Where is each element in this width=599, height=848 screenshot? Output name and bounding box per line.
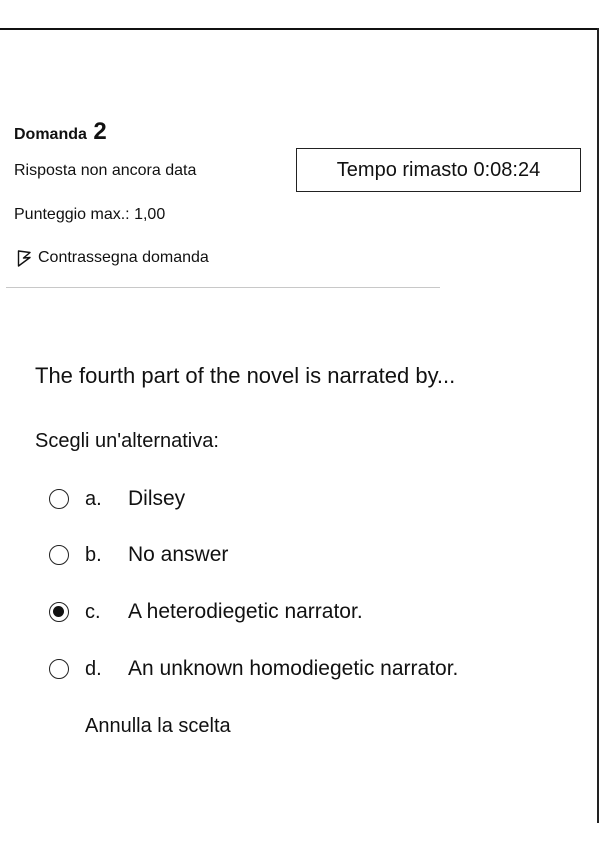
option-letter: b. (85, 543, 102, 566)
info-divider (6, 287, 440, 288)
question-text: The fourth part of the novel is narrated… (35, 363, 456, 388)
option-d[interactable]: d. An unknown homodiegetic narrator. (49, 654, 458, 684)
option-label: An unknown homodiegetic narrator. (128, 657, 459, 680)
clear-choice-link[interactable]: Annulla la scelta (85, 715, 231, 738)
radio-icon[interactable] (49, 602, 69, 622)
option-letter: a. (85, 487, 102, 510)
question-title: Domanda 2 (14, 118, 107, 146)
max-score: Punteggio max.: 1,00 (14, 206, 166, 223)
radio-icon[interactable] (49, 489, 69, 509)
choose-prompt: Scegli un'alternativa: (35, 430, 219, 452)
radio-icon[interactable] (49, 659, 69, 679)
option-c[interactable]: c. A heterodiegetic narrator. (49, 597, 363, 627)
flag-icon (16, 249, 32, 267)
answer-status: Risposta non ancora data (14, 162, 197, 179)
time-remaining-text: Tempo rimasto 0:08:24 (336, 158, 541, 181)
flag-question-button[interactable]: Contrassegna domanda (16, 249, 209, 267)
top-border (0, 28, 599, 30)
question-number: 2 (93, 118, 107, 145)
option-letter: d. (85, 657, 102, 680)
flag-label: Contrassegna domanda (38, 249, 209, 266)
option-a[interactable]: a. Dilsey (49, 484, 185, 514)
option-label: No answer (128, 543, 229, 566)
option-label: Dilsey (128, 487, 186, 510)
option-b[interactable]: b. No answer (49, 540, 228, 570)
option-label: A heterodiegetic narrator. (128, 600, 363, 623)
radio-icon[interactable] (49, 545, 69, 565)
option-letter: c. (85, 600, 101, 623)
question-title-label: Domanda (14, 126, 87, 143)
time-remaining: Tempo rimasto 0:08:24 (296, 148, 581, 192)
